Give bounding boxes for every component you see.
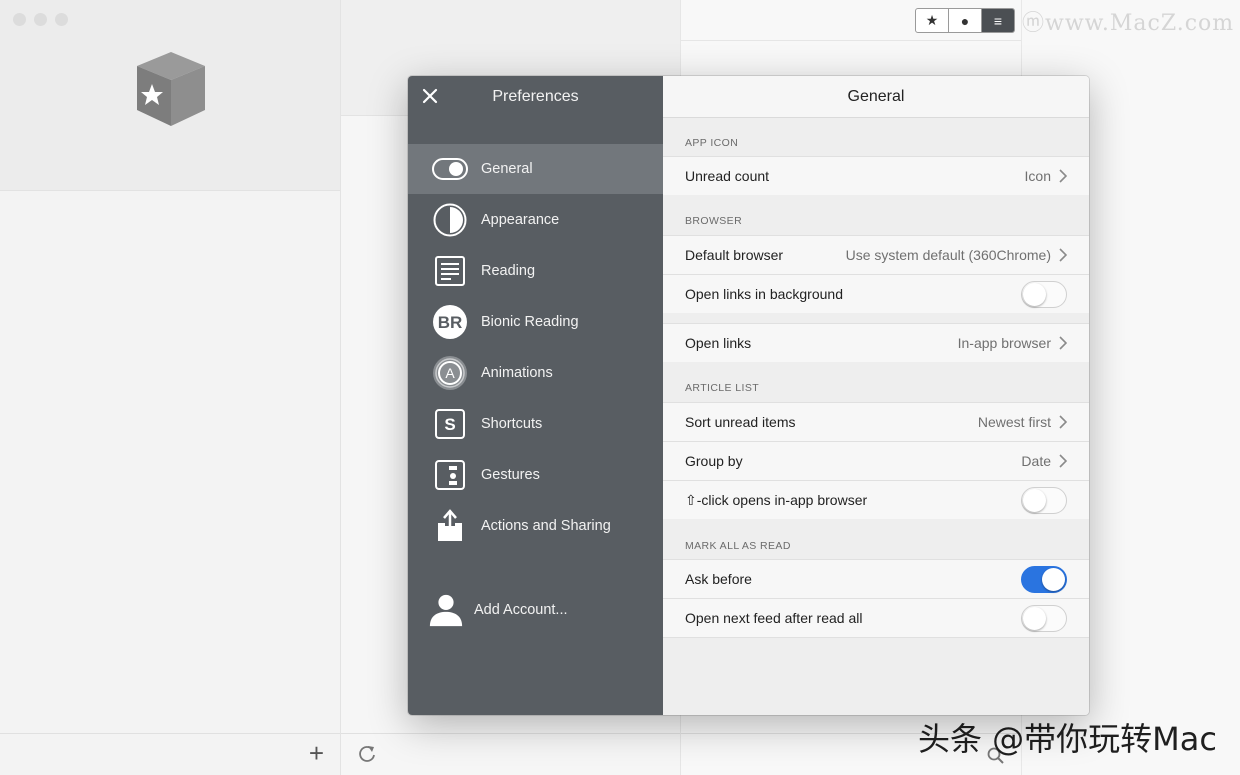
row-value: In-app browser <box>957 335 1051 351</box>
row-value: Icon <box>1024 168 1051 184</box>
sidebar-item-bionic-reading[interactable]: BR Bionic Reading <box>408 297 663 347</box>
open-next-feed-row: Open next feed after read all <box>663 598 1089 638</box>
sort-unread-row[interactable]: Sort unread items Newest first <box>663 402 1089 441</box>
row-label: Open links <box>685 335 752 351</box>
row-label: ⇧-click opens in-app browser <box>685 492 868 508</box>
sidebar-item-label: Reading <box>481 263 536 279</box>
gestures-icon <box>432 457 468 493</box>
sidebar-item-appearance[interactable]: Appearance <box>408 195 663 245</box>
user-silhouette-icon <box>428 592 464 628</box>
chevron-right-icon <box>1059 415 1067 429</box>
toggle-icon <box>432 151 468 187</box>
sidebar-item-reading[interactable]: Reading <box>408 246 663 296</box>
preferences-content: General APP ICON Unread count Icon BROWS… <box>663 76 1089 715</box>
preferences-sidebar: Preferences General Appearance Reading B… <box>408 76 663 715</box>
sidebar-item-label: Gestures <box>481 467 540 483</box>
svg-text:A: A <box>445 365 455 381</box>
sidebar-item-actions-sharing[interactable]: Actions and Sharing <box>408 501 663 551</box>
default-browser-row[interactable]: Default browser Use system default (360C… <box>663 235 1089 274</box>
sidebar-item-label: Actions and Sharing <box>481 518 611 534</box>
animation-a-icon: A <box>432 355 468 391</box>
content-header: General <box>663 76 1089 118</box>
section-label-app-icon: APP ICON <box>685 137 739 149</box>
chevron-right-icon <box>1059 454 1067 468</box>
open-links-background-row: Open links in background <box>663 274 1089 313</box>
row-value: Newest first <box>977 414 1051 430</box>
sidebar-item-shortcuts[interactable]: S Shortcuts <box>408 399 663 449</box>
app-cube-logo-icon <box>137 52 205 126</box>
sidebar-item-animations[interactable]: A Animations <box>408 348 663 398</box>
half-circle-icon <box>432 202 468 238</box>
sidebar-column: + <box>0 0 341 775</box>
share-icon <box>432 508 468 544</box>
row-label: Ask before <box>685 571 752 587</box>
all-filter-button[interactable]: ≡ <box>982 9 1014 32</box>
ask-before-row: Ask before <box>663 559 1089 598</box>
chevron-right-icon <box>1059 336 1067 350</box>
section-label-mark-all: MARK ALL AS READ <box>685 540 791 552</box>
row-label: Open links in background <box>685 286 843 302</box>
sidebar-item-gestures[interactable]: Gestures <box>408 450 663 500</box>
add-plus-icon[interactable]: + <box>309 740 324 766</box>
zoom-window-button[interactable] <box>55 13 68 26</box>
row-label: Sort unread items <box>685 414 796 430</box>
article-list-footer <box>341 733 680 775</box>
shift-click-row: ⇧-click opens in-app browser <box>663 480 1089 519</box>
br-badge-icon: BR <box>432 304 468 340</box>
ask-before-toggle[interactable] <box>1021 566 1067 593</box>
preferences-sidebar-header: Preferences <box>408 76 663 118</box>
svg-text:S: S <box>444 415 455 434</box>
preferences-title: Preferences <box>492 88 579 105</box>
sidebar-header <box>0 0 340 191</box>
unread-count-row[interactable]: Unread count Icon <box>663 156 1089 195</box>
shift-click-toggle[interactable] <box>1021 487 1067 514</box>
preferences-window: Preferences General Appearance Reading B… <box>408 76 1089 715</box>
row-label: Unread count <box>685 168 770 184</box>
row-label: Group by <box>685 453 743 469</box>
open-next-feed-toggle[interactable] <box>1021 605 1067 632</box>
group-by-row[interactable]: Group by Date <box>663 441 1089 480</box>
add-account-label: Add Account... <box>474 602 568 618</box>
chevron-right-icon <box>1059 248 1067 262</box>
chevron-right-icon <box>1059 169 1067 183</box>
svg-text:BR: BR <box>438 313 463 332</box>
watermark: ⓜwww.MacZ.com <box>1022 11 1235 36</box>
content-title: General <box>847 88 905 105</box>
sidebar-item-general[interactable]: General <box>408 144 663 194</box>
view-mode-segmented-control[interactable]: ★ ● ≡ <box>915 8 1015 33</box>
row-label: Open next feed after read all <box>685 610 863 626</box>
open-links-row[interactable]: Open links In-app browser <box>663 323 1089 362</box>
shortcut-s-icon: S <box>432 406 468 442</box>
sidebar-item-label: Shortcuts <box>481 416 543 432</box>
sidebar-item-label: Animations <box>481 365 553 381</box>
star-filter-button[interactable]: ★ <box>916 9 949 32</box>
add-account-button[interactable]: Add Account... <box>408 588 663 632</box>
row-value: Date <box>1021 453 1051 469</box>
minimize-window-button[interactable] <box>34 13 47 26</box>
section-label-article-list: ARTICLE LIST <box>685 382 760 394</box>
row-label: Default browser <box>685 247 784 263</box>
sidebar-item-label: Appearance <box>481 212 560 228</box>
sidebar-footer: + <box>0 733 340 775</box>
row-value: Use system default (360Chrome) <box>845 247 1051 263</box>
sidebar-item-label: General <box>481 161 533 177</box>
section-label-browser: BROWSER <box>685 215 743 227</box>
watermark-caption: 头条 @带你玩转Mac <box>918 720 1217 758</box>
open-links-background-toggle[interactable] <box>1021 281 1067 308</box>
document-lines-icon <box>432 253 468 289</box>
close-window-button[interactable] <box>13 13 26 26</box>
sidebar-item-label: Bionic Reading <box>481 314 579 330</box>
unread-filter-button[interactable]: ● <box>949 9 982 32</box>
refresh-icon[interactable] <box>357 744 377 764</box>
